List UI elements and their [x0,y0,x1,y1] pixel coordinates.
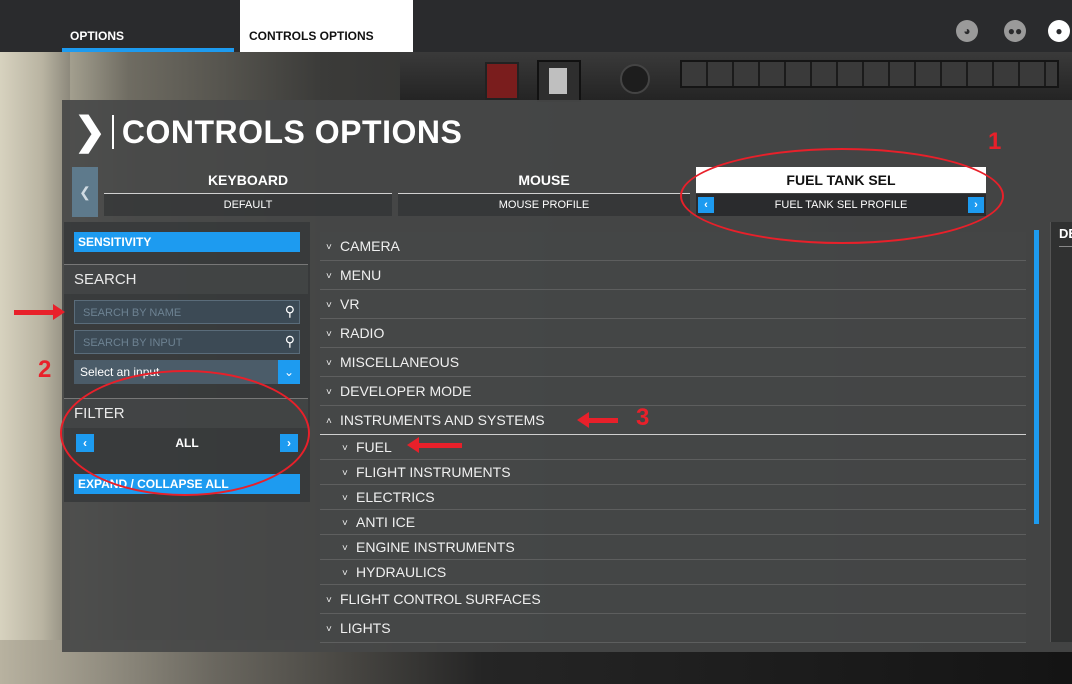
tab-options-label: OPTIONS [70,29,125,43]
category-row[interactable]: ˅ FLIGHT CONTROL SURFACES [320,585,1026,614]
search-icon[interactable]: ⚲ [285,333,295,350]
subcategory-row[interactable]: ˅ ANTI ICE [320,510,1026,535]
category-label: ANTI ICE [356,514,416,530]
profiles-prev-button[interactable]: ❮ [72,167,98,217]
friends-icon[interactable]: ●● [1004,20,1026,42]
chevron-right-icon: ❯ [74,111,106,153]
annotation-number-2: 2 [38,356,52,383]
annotation-number-1: 1 [988,128,1002,155]
profile-tab-name: MOUSE [398,167,690,194]
category-label: FLIGHT CONTROL SURFACES [340,591,541,607]
search-by-name-field[interactable]: ⚲ [74,300,300,325]
search-by-input-field[interactable]: ⚲ [74,330,300,355]
list-scrollbar[interactable] [1034,230,1039,524]
profile-tab-keyboard[interactable]: KEYBOARD DEFAULT [104,167,392,217]
category-label: INSTRUMENTS AND SYSTEMS [340,412,545,428]
category-label: VR [340,296,360,312]
tab-controls-options[interactable]: CONTROLS OPTIONS [240,0,413,52]
category-label: ELECTRICS [356,489,435,505]
chevron-down-icon: ˅ [326,358,332,369]
control-categories-list: ˅ CAMERA ˅ MENU ˅ VR ˅ RADIO ˅ MISCELLANEOUS ˅ DEVE… [320,228,1026,643]
profile-tab-profile: MOUSE PROFILE [398,194,690,216]
category-row[interactable]: ˅ MISCELLANEOUS [320,348,1026,377]
red-cockpit-button [485,62,519,100]
subcategory-row[interactable]: ˅ HYDRAULICS [320,560,1026,585]
chevron-down-icon: ˅ [326,624,332,635]
chevron-down-icon: ˅ [326,271,332,282]
chevron-down-icon: ˅ [326,329,332,340]
chevron-down-icon: ˅ [342,468,348,479]
tab-active-underline [62,48,234,52]
chevron-down-icon: ˅ [326,387,332,398]
annotation-arrow-fuel [407,437,462,453]
profile-tab-mouse[interactable]: MOUSE MOUSE PROFILE [398,167,690,217]
chevron-down-icon: ˅ [342,518,348,529]
page-title: CONTROLS OPTIONS [121,113,463,150]
category-row[interactable]: ˅ LIGHTS [320,614,1026,643]
profile-icon[interactable]: ● [1048,20,1070,42]
chevron-down-icon: ˅ [326,300,332,311]
search-by-name-input[interactable] [75,301,281,325]
category-row[interactable]: ˅ RADIO [320,319,1026,348]
cockpit-knob [620,64,650,94]
activity-icon[interactable]: ◕ [956,20,978,42]
search-icon[interactable]: ⚲ [285,303,295,320]
category-label: MENU [340,267,382,283]
tab-options[interactable]: OPTIONS [62,0,234,52]
top-bar: OPTIONS CONTROLS OPTIONS ◕ ●● ● [0,0,1072,52]
subcategory-row[interactable]: ˅ FLIGHT INSTRUMENTS [320,460,1026,485]
chevron-down-icon: ˅ [326,595,332,606]
category-label: DEVELOPER MODE [340,383,472,399]
chevron-down-icon: ˅ [326,242,332,253]
annotation-number-3: 3 [636,404,650,431]
category-label: MISCELLANEOUS [340,354,460,370]
chevron-up-icon: ˄ [326,416,332,427]
search-by-input-input[interactable] [75,331,281,355]
category-label: CAMERA [340,238,400,254]
annotation-arrow-search [14,304,65,320]
category-label: HYDRAULICS [356,564,447,580]
annotation-arrow-instruments [577,412,618,428]
annotation-ellipse-1 [680,148,1004,244]
subcategory-row[interactable]: ˅ ELECTRICS [320,485,1026,510]
search-heading: SEARCH [64,264,308,294]
category-row[interactable]: ˄ INSTRUMENTS AND SYSTEMS [320,406,1026,435]
category-label: ENGINE INSTRUMENTS [356,539,515,555]
subcategory-row[interactable]: ˅ ENGINE INSTRUMENTS [320,535,1026,560]
annotation-ellipse-2 [60,370,310,496]
details-panel-title: DE [1059,226,1072,241]
chevron-down-icon: ˅ [342,493,348,504]
category-label: FLIGHT INSTRUMENTS [356,464,511,480]
profile-tab-name: KEYBOARD [104,167,392,194]
cockpit-button-strip [680,60,1059,88]
chevron-down-icon: ˅ [342,568,348,579]
category-row[interactable]: ˅ VR [320,290,1026,319]
category-label: FUEL [356,439,392,455]
category-label: RADIO [340,325,385,341]
cockpit-switch [537,60,581,102]
chevron-down-icon[interactable]: ⌄ [278,360,300,384]
profile-tab-profile: DEFAULT [104,194,392,216]
tab-controls-options-label: CONTROLS OPTIONS [249,29,374,43]
chevron-down-icon: ˅ [342,543,348,554]
details-panel-fragment: DE [1050,222,1072,642]
sensitivity-button[interactable]: SENSITIVITY [74,232,300,252]
chevron-down-icon: ˅ [342,443,348,454]
category-label: LIGHTS [340,620,391,636]
category-row[interactable]: ˅ MENU [320,261,1026,290]
title-divider [111,115,114,149]
category-row[interactable]: ˅ DEVELOPER MODE [320,377,1026,406]
page-title-row: ❯ CONTROLS OPTIONS [74,112,462,152]
